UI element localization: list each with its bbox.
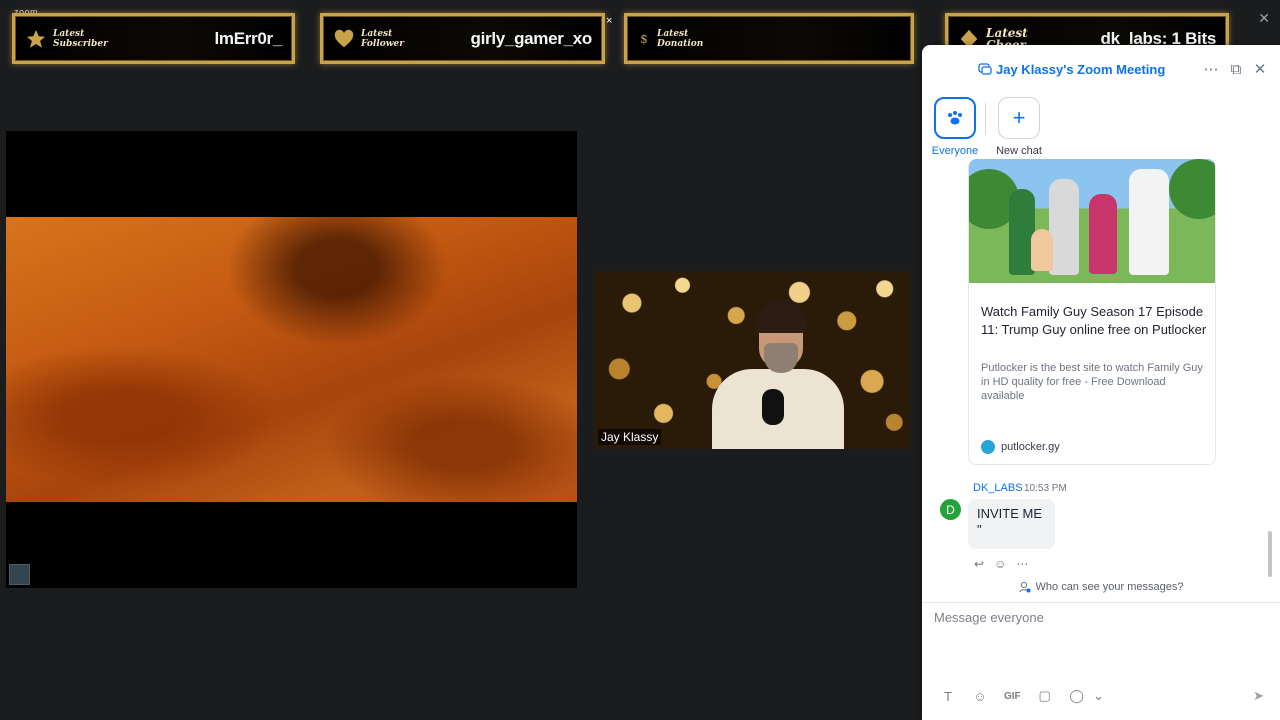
latest-donation-panel: $ Latest Donation [624,13,914,64]
composer-toolbar: T ☺ GIF ▢ ◯ ⌄ [940,688,1107,704]
latest-subscriber-value: lmErr0r_ [214,28,282,48]
message-line: INVITE ME [977,506,1043,521]
gif-icon[interactable]: GIF [1004,691,1021,702]
microphone-icon [762,389,784,425]
visibility-link[interactable]: Who can see your messages? [922,581,1280,593]
tab-everyone[interactable]: Everyone [932,97,978,157]
close-chat-icon[interactable]: ✕ [1252,61,1268,78]
latest-follower-panel: Latest Follower girly_gamer_xo [320,13,605,64]
svg-text:$: $ [640,32,647,46]
dollar-icon: $ [640,32,647,46]
site-favicon-icon [981,440,995,454]
paw-icon [948,111,962,125]
latest-follower-value: girly_gamer_xo [470,28,593,48]
message-actions: ↩ ☺ ⋯ [974,557,1028,571]
file-icon[interactable]: ▢ [1037,688,1053,704]
chat-title-text: Jay Klassy's Zoom Meeting [996,62,1166,77]
heart-icon [334,29,354,47]
message-sender[interactable]: DK_LABS [973,482,1023,494]
visibility-text: Who can see your messages? [1035,581,1184,593]
avatar[interactable]: D [940,499,961,520]
chat-title[interactable]: Jay Klassy's Zoom Meeting [978,62,1165,77]
latest-follower-title: Latest Follower [361,28,404,49]
chat-panel: Jay Klassy's Zoom Meeting ⋯ ⧉ ✕ Everyone [922,45,1280,720]
chat-header: Jay Klassy's Zoom Meeting ⋯ ⧉ ✕ [922,45,1280,95]
plus-icon: + [1012,105,1026,130]
latest-subscriber-title: Latest Subscriber [53,28,108,49]
reply-icon[interactable]: ↩ [974,557,984,571]
participant-hair [755,299,807,333]
zoom-window: zoom ✕ Latest Subscriber lmErr0r_ Latest… [0,0,1280,720]
more-options-icon[interactable]: ⋯ [1203,61,1219,78]
tab-everyone-label: Everyone [931,145,979,157]
share-thumbnail[interactable] [9,564,30,585]
tab-new-chat-label: New chat [996,145,1042,157]
message-input[interactable]: Message everyone [934,610,1044,625]
screenshot-icon[interactable]: ◯ [1069,688,1085,704]
window-close-button[interactable]: ✕ [1258,10,1270,27]
chat-message-list[interactable]: Watch Family Guy Season 17 Episode 11: T… [922,159,1280,579]
new-chat-button[interactable]: + [998,97,1040,139]
text-format-icon[interactable]: T [940,689,956,704]
shared-screen-frame [6,217,577,502]
thumb-figure [1031,229,1053,271]
latest-subscriber-panel: Latest Subscriber lmErr0r_ [12,13,295,64]
tab-everyone-button[interactable] [934,97,976,139]
link-domain-text: putlocker.gy [1001,441,1060,453]
tab-divider [985,103,986,135]
shared-screen-video[interactable] [6,131,577,588]
thumb-figure [1089,194,1117,274]
latest-donation-title: Latest Donation [657,28,704,49]
more-actions-icon[interactable]: ⋯ [1016,557,1028,571]
link-preview-image [969,159,1215,283]
star-icon [26,29,46,48]
participant-video[interactable]: Jay Klassy [594,271,910,449]
composer-divider [922,602,1280,603]
chat-scrollbar[interactable] [1268,531,1272,577]
message-timestamp: 10:53 PM [1024,483,1067,494]
link-preview-domain[interactable]: putlocker.gy [981,440,1060,454]
chevron-down-icon[interactable]: ⌄ [1091,688,1107,704]
link-preview-title[interactable]: Watch Family Guy Season 17 Episode 11: T… [981,303,1207,339]
participant-beard [764,343,798,373]
emoji-icon[interactable]: ☺ [972,689,988,704]
popout-icon[interactable]: ⧉ [1228,61,1244,78]
link-preview-description: Putlocker is the best site to watch Fami… [981,362,1203,402]
participant-name-label: Jay Klassy [598,429,662,445]
chat-bubble-icon [978,63,992,75]
link-preview-card[interactable]: Watch Family Guy Season 17 Episode 11: T… [968,159,1216,465]
people-icon [1018,581,1031,593]
message-bubble[interactable]: INVITE ME " [968,499,1055,549]
emoji-reaction-icon[interactable]: ☺ [994,557,1006,571]
overlay-close-button[interactable]: × [606,15,612,27]
thumb-figure [1049,179,1079,275]
thumb-tree [1169,159,1215,219]
chat-tabs: Everyone + New chat [932,97,1042,157]
message-line: " [977,522,982,537]
tab-new-chat[interactable]: + New chat [996,97,1042,157]
send-icon[interactable]: ➤ [1253,688,1264,704]
thumb-figure [1129,169,1169,275]
